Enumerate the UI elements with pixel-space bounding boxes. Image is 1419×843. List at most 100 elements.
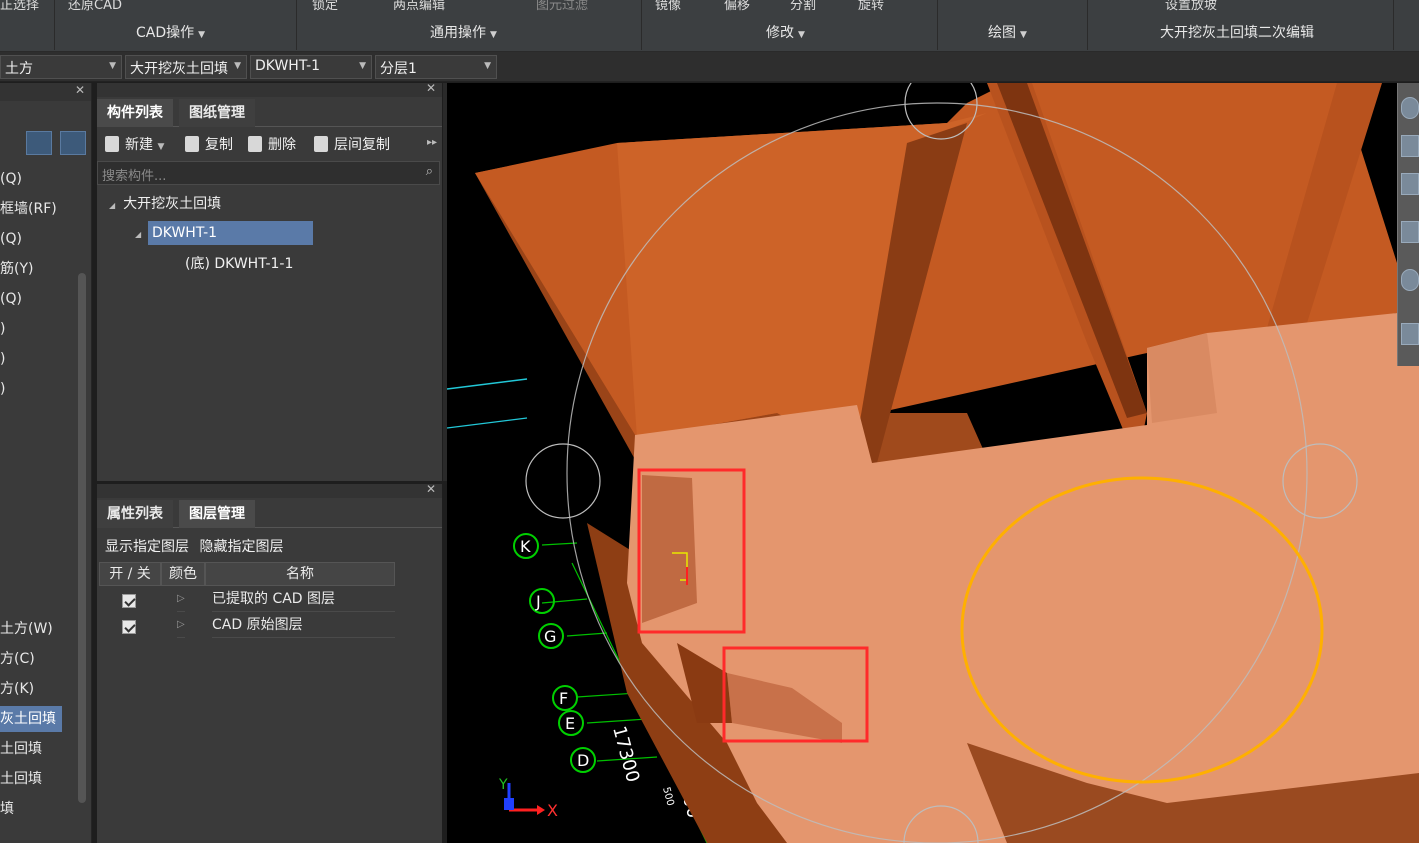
group-label: 修改 xyxy=(766,25,794,41)
color-swatch-icon[interactable]: ▷ xyxy=(177,612,185,638)
tree-child-selected[interactable]: DKWHT-1 xyxy=(148,221,313,245)
layer-toggle-checkbox[interactable] xyxy=(122,620,136,634)
more-icon[interactable]: ▸▸ xyxy=(427,137,437,148)
group-cad-ops[interactable]: CAD操作 ▼ xyxy=(136,22,205,42)
tab-component-list[interactable]: 构件列表 xyxy=(97,99,173,127)
circle-select-icon[interactable] xyxy=(1401,269,1419,291)
navigation-panel: ✕ (Q) 框墙(RF) (Q) 筋(Y) (Q) ) ) ) 土方(W) 方(… xyxy=(0,83,92,843)
restore-cad-button[interactable]: 还原CAD xyxy=(68,0,122,13)
expand-icon[interactable]: ◢ xyxy=(135,230,141,239)
cube-view-icon[interactable] xyxy=(1401,173,1419,195)
nav-item[interactable]: ) xyxy=(0,376,5,402)
group-label: 绘图 xyxy=(988,25,1016,41)
expand-icon[interactable]: ◢ xyxy=(109,201,115,210)
nav-item[interactable]: 土方(W) xyxy=(0,616,53,642)
tab-drawing-management[interactable]: 图纸管理 xyxy=(179,99,255,127)
nav-item[interactable]: 方(K) xyxy=(0,676,34,702)
layer-name: CAD 原始图层 xyxy=(212,612,395,638)
scrollbar[interactable] xyxy=(78,273,86,803)
chevron-down-icon: ▼ xyxy=(198,30,206,40)
floor-copy-button[interactable]: 层间复制 xyxy=(314,134,390,154)
nav-item[interactable]: (Q) xyxy=(0,166,22,192)
two-point-edit-button[interactable]: 两点编辑 xyxy=(393,0,445,13)
view-icon[interactable] xyxy=(1401,135,1419,157)
ribbon-separator xyxy=(54,0,55,50)
new-label: 新建 xyxy=(125,137,153,153)
axis-x-label: X xyxy=(547,801,558,820)
nav-item[interactable]: (Q) xyxy=(0,226,22,252)
close-icon[interactable]: ✕ xyxy=(75,83,85,97)
rotate-button[interactable]: 旋转 xyxy=(858,0,884,13)
delete-button[interactable]: 删除 xyxy=(248,134,296,154)
component-search-input[interactable]: 搜索构件... ⌕ xyxy=(97,161,440,185)
3d-viewport[interactable]: K J G F E D 1500 17300 4000 500 500 xyxy=(447,83,1419,843)
show-layer-button[interactable]: 显示指定图层 xyxy=(105,539,189,555)
nav-item[interactable]: 土回填 xyxy=(0,766,42,792)
close-icon[interactable]: ✕ xyxy=(426,482,436,496)
hide-layer-button[interactable]: 隐藏指定图层 xyxy=(199,539,283,555)
copy-label: 复制 xyxy=(205,137,233,153)
axis-gizmo: Y X xyxy=(498,777,558,820)
orbit-icon[interactable] xyxy=(1401,97,1419,119)
group-draw[interactable]: 绘图 ▼ xyxy=(988,22,1027,42)
boundary-line xyxy=(447,378,528,390)
nav-item[interactable]: 方(C) xyxy=(0,646,35,672)
column-header-name[interactable]: 名称 xyxy=(205,562,395,586)
box-view-icon[interactable] xyxy=(1401,221,1419,243)
split-button[interactable]: 分割 xyxy=(790,0,816,13)
component-list-panel: ✕ 构件列表 图纸管理 新建 ▼ 复制 删除 层间复制 ▸▸ 搜索构件... ⌕ … xyxy=(97,81,447,481)
model-canvas[interactable]: K J G F E D 1500 17300 4000 500 500 xyxy=(447,83,1419,843)
nav-item[interactable]: ) xyxy=(0,316,5,342)
type-select[interactable]: 大开挖灰土回填 ▼ xyxy=(125,55,247,79)
model-fill-surface xyxy=(1147,333,1217,423)
layer-toggle-checkbox[interactable] xyxy=(122,594,136,608)
select-tool[interactable]: 正选择 xyxy=(0,0,39,13)
mirror-button[interactable]: 镜像 xyxy=(655,0,681,13)
layer-tabs: 属性列表 图层管理 xyxy=(97,500,442,528)
grid-icon[interactable] xyxy=(1401,323,1419,345)
nav-item[interactable]: 土回填 xyxy=(0,736,42,762)
tab-layer-management[interactable]: 图层管理 xyxy=(179,500,255,528)
layer-select[interactable]: 分层1 ▼ xyxy=(375,55,497,79)
component-value: DKWHT-1 xyxy=(255,58,321,74)
lock-button[interactable]: 锁定 xyxy=(312,0,338,13)
component-select[interactable]: DKWHT-1 ▼ xyxy=(250,55,372,79)
search-icon[interactable]: ⌕ xyxy=(426,164,433,179)
color-swatch-icon[interactable]: ▷ xyxy=(177,586,185,612)
ribbon-separator xyxy=(1087,0,1088,50)
panel-titlebar: ✕ xyxy=(97,81,442,97)
group-secondary-edit[interactable]: 大开挖灰土回填二次编辑 xyxy=(1160,22,1314,42)
layer-name: 已提取的 CAD 图层 xyxy=(212,586,395,612)
tab-property-list[interactable]: 属性列表 xyxy=(97,500,173,528)
chevron-down-icon: ▼ xyxy=(798,30,805,40)
nav-item[interactable]: 填 xyxy=(0,796,14,822)
category-value: 土方 xyxy=(5,61,33,77)
orbit-handle[interactable] xyxy=(525,443,601,519)
new-button[interactable]: 新建 ▼ xyxy=(105,134,164,154)
copy-button[interactable]: 复制 xyxy=(185,134,233,154)
component-toolbar: 新建 ▼ 复制 删除 层间复制 ▸▸ xyxy=(97,131,442,157)
column-header-onoff[interactable]: 开 / 关 xyxy=(99,562,161,586)
floor-copy-label: 层间复制 xyxy=(334,137,390,153)
tree-root[interactable]: ◢ 大开挖灰土回填 xyxy=(109,192,221,216)
tree-grandchild[interactable]: (底) DKWHT-1-1 xyxy=(185,252,293,276)
nav-item[interactable]: ) xyxy=(0,346,5,372)
element-filter-button[interactable]: 图元过滤 xyxy=(536,0,588,13)
selector-bar: 土方 ▼ 大开挖灰土回填 ▼ DKWHT-1 ▼ 分层1 ▼ xyxy=(0,52,1419,82)
group-general-ops[interactable]: 通用操作 ▼ xyxy=(430,22,497,42)
set-slope-button[interactable]: 设置放坡 xyxy=(1165,0,1217,13)
column-header-color[interactable]: 颜色 xyxy=(161,562,205,586)
list-view-icon[interactable] xyxy=(26,131,52,155)
offset-button[interactable]: 偏移 xyxy=(724,0,750,13)
panel-titlebar: ✕ xyxy=(97,482,442,498)
category-select[interactable]: 土方 ▼ xyxy=(0,55,122,79)
nav-item[interactable]: 筋(Y) xyxy=(0,256,33,282)
tree-view-icon[interactable] xyxy=(60,131,86,155)
layer-panel: ✕ 属性列表 图层管理 显示指定图层 隐藏指定图层 开 / 关 颜色 名称 ▷ … xyxy=(97,482,442,843)
nav-item[interactable]: 框墙(RF) xyxy=(0,196,57,222)
close-icon[interactable]: ✕ xyxy=(426,81,436,95)
nav-item-selected[interactable]: 灰土回填 xyxy=(0,706,62,732)
layer-actions: 显示指定图层 隐藏指定图层 xyxy=(105,536,283,556)
nav-item[interactable]: (Q) xyxy=(0,286,22,312)
group-modify[interactable]: 修改 ▼ xyxy=(766,22,805,42)
